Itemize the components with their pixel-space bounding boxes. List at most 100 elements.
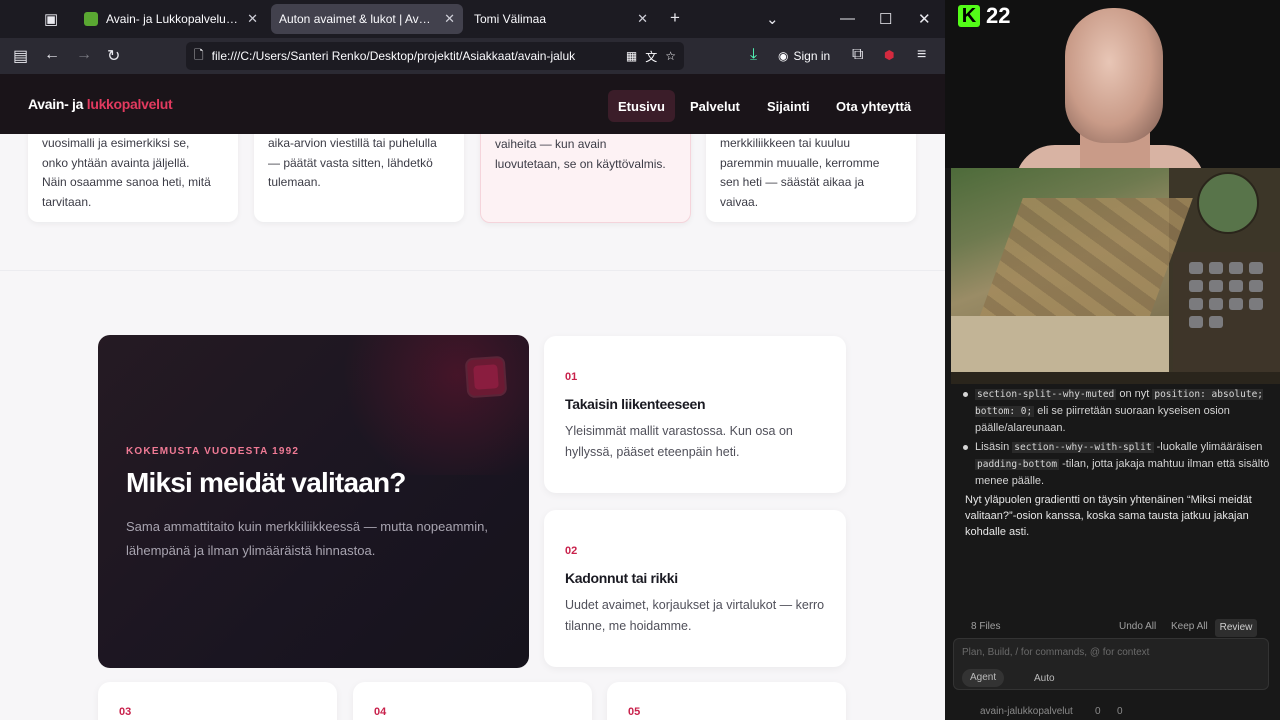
card-line: tulemaan. [268,175,321,189]
project-name[interactable]: avain-jalukkopalvelut [980,704,1073,720]
logo-accent-text: lukkopalvelut [86,96,173,112]
badge-number: 22 [986,3,1011,28]
chat-text: Lisäsin [975,441,1013,453]
inline-code: section--why--with-split [1012,442,1154,453]
download-icon[interactable]: ⤓ [750,46,757,64]
game-window [951,168,1280,384]
reload-icon[interactable]: ↻ [107,46,120,66]
card-line: luovutetaan, se on käyttövalmis. [495,156,666,171]
feature-description: Uudet avaimet, korjaukset ja virtalukot … [565,598,825,633]
nav-palvelut[interactable]: Palvelut [680,90,750,122]
chevron-down-icon[interactable]: ⌄ [766,10,779,28]
why-us-card: KOKEMUSTA VUODESTA 1992 Miksi meidät val… [98,335,529,668]
section-divider [0,270,945,271]
chat-text: -luokalle ylimääräisen [1153,441,1263,453]
problems-count[interactable]: 0 [1095,704,1101,720]
close-icon[interactable]: ✕ [637,11,648,27]
game-chatbox [951,316,1169,372]
feature-description: Yleisimmät mallit varastossa. Kun osa on… [565,424,793,459]
inline-code: section-split--why-muted [975,389,1117,400]
maximize-icon[interactable]: ☐ [879,10,892,28]
account-icon: ◉ [778,49,789,63]
kick-badge: K 22 [958,3,1010,29]
feature-number: 03 [119,706,132,718]
tab-laune[interactable]: Avain- ja Lukkopalvelu Laune O ✕ [76,4,266,34]
sidebar-icon[interactable]: ▤ [13,46,28,66]
game-tab-bar [951,372,1280,384]
side-panel: K 22 section-split--why-muted on nyt posi… [945,0,1280,720]
close-icon[interactable]: ✕ [444,11,455,27]
feature-card-5: 05 [607,682,846,720]
warnings-count[interactable]: 0 [1117,704,1123,720]
back-icon[interactable]: ← [44,46,60,64]
card-line: vaiheita — kun avain [495,137,607,151]
url-text[interactable]: file:///C:/Users/Santeri Renko/Desktop/p… [212,49,618,63]
minimize-icon[interactable]: — [840,10,855,27]
chat-composer[interactable]: Plan, Build, / for commands, @ for conte… [953,638,1269,690]
menu-icon[interactable]: ≡ [917,46,926,64]
game-viewport[interactable] [951,168,1169,316]
chat-bullet-1: section-split--why-muted on nyt position… [963,386,1273,436]
tab-list-icon[interactable]: ▣ [44,10,58,28]
card-line: tarvitaan. [42,194,92,209]
ublock-icon[interactable]: ⬢ [884,48,894,62]
key-cube-icon [464,355,508,399]
tab-bar: ▣ Avain- ja Lukkopalvelu Laune O ✕ Auton… [0,0,945,38]
new-tab-icon[interactable]: + [670,8,680,28]
nav-sijainti[interactable]: Sijainti [757,90,820,122]
nav-etusivu[interactable]: Etusivu [608,90,675,122]
feature-number: 05 [628,706,641,718]
nav-ota-yhteytta[interactable]: Ota yhteyttä [826,90,921,122]
model-selector[interactable]: Auto [1034,671,1055,687]
status-bar: avain-jalukkopalvelut 0 0 [945,700,1280,720]
bookmark-star-icon[interactable]: ☆ [665,49,676,63]
tab-auton-avaimet[interactable]: Auton avaimet & lukot | Avain- ja lu ✕ [271,4,463,34]
site-logo[interactable]: Avain- ja lukkopalvelut [28,96,173,112]
chat-bullet-2: Lisäsin section--why--with-split -luokal… [963,439,1273,489]
extensions-icon[interactable]: ⧉ [852,46,863,64]
tab-label: Auton avaimet & lukot | Avain- ja lu [279,12,437,26]
chat-text: on nyt [1116,388,1153,400]
nav-toolbar: ▤ ← → ↻ 🗋 file:///C:/Users/Santeri Renko… [0,38,945,74]
tab-tomi[interactable]: Tomi Välimaa ✕ [466,4,656,34]
why-kicker: KOKEMUSTA VUODESTA 1992 [126,446,300,457]
feature-card-1: 01 Takaisin liikenteeseen Yleisimmät mal… [544,336,846,493]
page-icon: 🗋 [194,47,204,62]
reader-view-icon[interactable]: ▦ [626,49,637,63]
sign-in-button[interactable]: ◉ Sign in [778,44,830,68]
card-line: merkkiliikkeen tai kuuluu [720,136,851,150]
card-line: paremmin muualle, kerromme [720,155,880,170]
feature-title: Takaisin liikenteeseen [565,396,706,412]
files-toggle[interactable]: 8 Files [971,619,1000,635]
feature-card-4: 04 [353,682,592,720]
undo-all-button[interactable]: Undo All [1119,619,1156,635]
translate-icon[interactable]: 文 [645,48,657,65]
feature-title: Kadonnut tai rikki [565,570,678,586]
close-icon[interactable]: ✕ [247,11,258,27]
chat-summary: Nyt yläpuolen gradientti on täysin yhten… [965,494,1252,538]
screen: ▣ Avain- ja Lukkopalvelu Laune O ✕ Auton… [0,0,1280,720]
tab-label: Tomi Välimaa [474,12,547,26]
tab-label: Avain- ja Lukkopalvelu Laune O [106,12,239,26]
feature-number: 04 [374,706,387,718]
inline-code: padding-bottom [975,459,1060,470]
minimap[interactable] [1197,172,1259,234]
logo-text: Avain- ja [28,96,87,112]
feature-card-2: 02 Kadonnut tai rikki Uudet avaimet, kor… [544,510,846,667]
web-page: Avain- ja lukkopalvelut Etusivu Palvelut… [0,74,945,720]
why-title: Miksi meidät valitaan? [126,467,406,498]
forward-icon[interactable]: → [76,46,92,64]
address-bar[interactable]: 🗋 file:///C:/Users/Santeri Renko/Desktop… [186,42,684,70]
review-button[interactable]: Review [1215,619,1257,637]
window-close-icon[interactable]: ✕ [918,10,931,28]
card-line: Näin osaamme sanoa heti, mitä [42,175,211,189]
browser-window: ▣ Avain- ja Lukkopalvelu Laune O ✕ Auton… [0,0,945,720]
inventory-panel[interactable] [1173,252,1280,372]
composer-placeholder[interactable]: Plan, Build, / for commands, @ for conte… [962,645,1149,661]
changed-files-bar: 8 Files Undo All Keep All Review [945,615,1280,637]
agent-mode-selector[interactable]: Agent [962,669,1005,687]
favicon-icon [84,12,98,26]
keep-all-button[interactable]: Keep All [1171,619,1208,635]
card-line: aika-arvion viestillä tai puhelulla [268,136,437,150]
feature-number: 02 [565,545,578,557]
